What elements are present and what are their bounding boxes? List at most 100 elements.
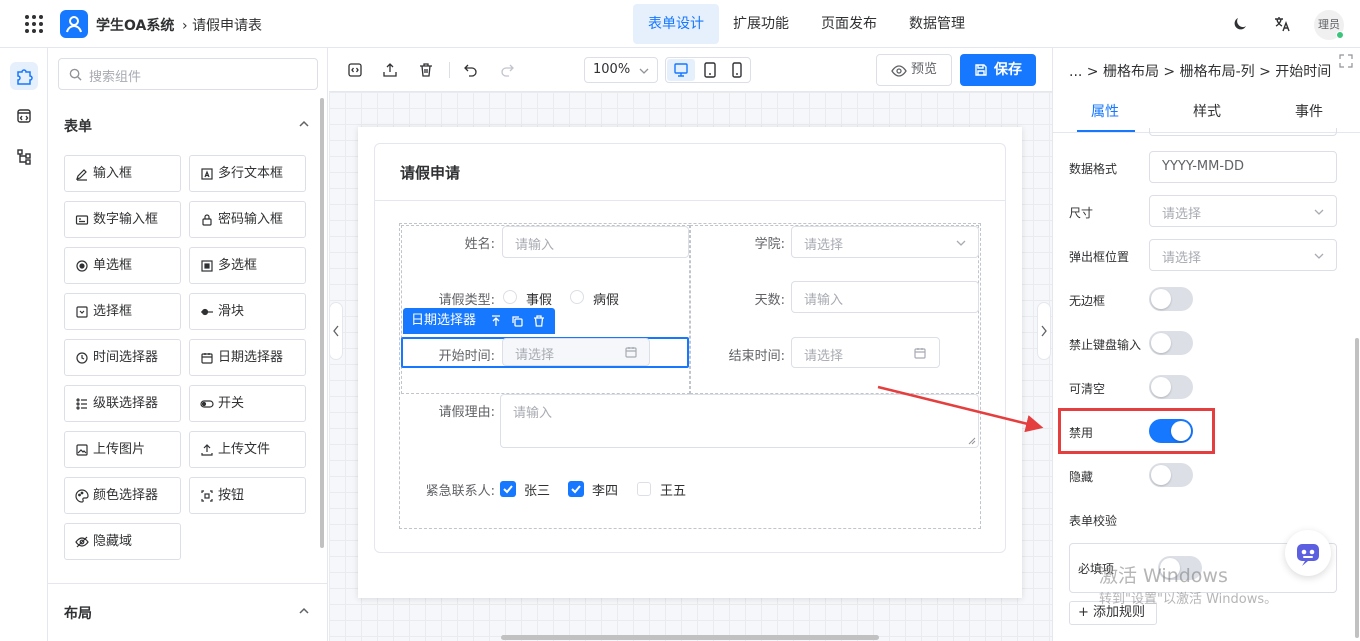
radio-sick[interactable] xyxy=(570,290,584,304)
panel-scrollbar[interactable] xyxy=(320,98,324,548)
calendar-icon xyxy=(625,347,637,358)
component-label: 密码输入框 xyxy=(218,212,284,227)
component-item[interactable]: 输入框 xyxy=(64,155,181,192)
collapse-right-toggle[interactable] xyxy=(1037,302,1051,360)
name-input[interactable]: 请输入 xyxy=(502,226,689,258)
component-item[interactable]: 按钮 xyxy=(189,477,306,514)
left-rail xyxy=(0,48,48,641)
collapse-left-toggle[interactable] xyxy=(329,302,343,360)
move-up-icon[interactable] xyxy=(490,315,502,327)
puzzle-icon[interactable] xyxy=(10,62,38,90)
code-window-icon[interactable] xyxy=(10,102,38,130)
days-input[interactable]: 请输入 xyxy=(791,281,979,313)
chevron-down-icon xyxy=(956,240,966,246)
translate-icon[interactable] xyxy=(1273,15,1291,33)
component-item[interactable]: 时间选择器 xyxy=(64,339,181,376)
apps-grid-icon[interactable] xyxy=(24,14,44,34)
selected-widget-tag[interactable]: 日期选择器 xyxy=(403,308,555,334)
component-item[interactable]: 滑块 xyxy=(189,293,306,330)
tab-style[interactable]: 样式 xyxy=(1157,92,1257,132)
disabled-label: 禁用 xyxy=(1069,426,1094,440)
calendar-icon xyxy=(201,353,213,364)
end-time-picker[interactable]: 请选择 xyxy=(791,337,940,368)
code-icon[interactable] xyxy=(347,62,363,78)
radio-personal[interactable] xyxy=(503,290,517,304)
eye-icon xyxy=(891,65,907,77)
resize-handle-icon[interactable] xyxy=(968,437,976,445)
design-canvas[interactable]: 请假申请 姓名: 请输入 学院: 请选择 请假类型: 事假 病假 天数: 请输入… xyxy=(329,92,1052,641)
export-icon[interactable] xyxy=(382,62,398,78)
tablet-icon[interactable] xyxy=(696,59,724,81)
breadcrumb[interactable]: › 请假申请表 xyxy=(182,15,262,35)
no-keyboard-switch[interactable] xyxy=(1149,331,1193,355)
trash-icon[interactable] xyxy=(418,62,434,78)
tab-events[interactable]: 事件 xyxy=(1259,92,1359,132)
desktop-icon[interactable] xyxy=(667,59,695,81)
clearable-switch[interactable] xyxy=(1149,375,1193,399)
borderless-switch[interactable] xyxy=(1149,287,1193,311)
active-tab-indicator xyxy=(1077,130,1135,132)
start-time-picker[interactable]: 请选择 xyxy=(502,338,650,366)
tab-data-manage[interactable]: 数据管理 xyxy=(900,4,974,44)
phone-icon[interactable] xyxy=(723,59,751,81)
disabled-switch[interactable] xyxy=(1149,419,1193,443)
popup-position-select[interactable]: 请选择 xyxy=(1149,239,1337,271)
reason-textarea[interactable]: 请输入 xyxy=(500,394,979,448)
component-item[interactable]: 上传文件 xyxy=(189,431,306,468)
checkbox-icon xyxy=(201,260,213,272)
tree-icon[interactable] xyxy=(10,142,38,170)
start-time-label: 开始时间: xyxy=(438,349,495,364)
component-item[interactable]: 单选框 xyxy=(64,247,181,284)
button-icon xyxy=(201,490,213,502)
assistant-bot-button[interactable] xyxy=(1285,530,1331,576)
component-label: 日期选择器 xyxy=(218,350,284,365)
component-item[interactable]: 隐藏域 xyxy=(64,523,181,560)
moon-icon[interactable] xyxy=(1232,16,1248,32)
properties-panel: ... > 栅格布局 > 栅格布局-列 > 开始时间 属性 样式 事件 数据格式… xyxy=(1052,48,1360,641)
component-item[interactable]: 密码输入框 xyxy=(189,201,306,238)
component-item[interactable]: 多选框 xyxy=(189,247,306,284)
zoom-select[interactable]: 100% xyxy=(584,57,658,83)
college-select[interactable]: 请选择 xyxy=(791,226,979,258)
hidden-switch[interactable] xyxy=(1149,463,1193,487)
no-keyboard-label: 禁止键盘输入 xyxy=(1069,338,1142,352)
tab-properties[interactable]: 属性 xyxy=(1055,92,1155,132)
save-button[interactable]: 保存 xyxy=(960,54,1036,86)
redo-icon[interactable] xyxy=(499,62,515,78)
app-title: 学生OA系统 xyxy=(96,18,175,34)
component-item[interactable]: 数字输入框 xyxy=(64,201,181,238)
component-item[interactable]: 日期选择器 xyxy=(189,339,306,376)
tab-form-design[interactable]: 表单设计 xyxy=(633,4,719,44)
section-form-title: 表单 xyxy=(64,119,92,135)
undo-icon[interactable] xyxy=(463,62,479,78)
chevron-up-icon[interactable] xyxy=(298,605,310,617)
tab-extensions[interactable]: 扩展功能 xyxy=(724,4,798,44)
hidden-label: 隐藏 xyxy=(1069,470,1094,484)
contact-wangwu-label: 王五 xyxy=(660,484,687,499)
checkbox-zhangsan[interactable] xyxy=(500,481,516,497)
add-rule-label: 添加规则 xyxy=(1093,605,1146,620)
tab-page-publish[interactable]: 页面发布 xyxy=(812,4,886,44)
format-input[interactable]: YYYY-MM-DD xyxy=(1149,151,1337,183)
component-item[interactable]: 开关 xyxy=(189,385,306,422)
checkbox-lisi[interactable] xyxy=(568,481,584,497)
component-item[interactable]: 多行文本框 xyxy=(189,155,306,192)
canvas-scrollbar[interactable] xyxy=(501,635,879,640)
component-item[interactable]: 颜色选择器 xyxy=(64,477,181,514)
expand-icon[interactable] xyxy=(1339,54,1353,68)
component-search[interactable]: 搜索组件 xyxy=(58,58,318,90)
size-select[interactable]: 请选择 xyxy=(1149,195,1337,227)
panel-scrollbar[interactable] xyxy=(1355,338,1359,638)
preview-button[interactable]: 预览 xyxy=(876,54,952,86)
checkbox-wangwu[interactable] xyxy=(637,482,651,496)
activation-watermark: 激活 Windows xyxy=(1099,565,1228,587)
component-item[interactable]: 选择框 xyxy=(64,293,181,330)
component-item[interactable]: 上传图片 xyxy=(64,431,181,468)
selection-breadcrumb[interactable]: ... > 栅格布局 > 栅格布局-列 > 开始时间 xyxy=(1069,61,1331,81)
name-label: 姓名: xyxy=(464,237,495,252)
chevron-up-icon[interactable] xyxy=(298,118,310,130)
component-item[interactable]: 级联选择器 xyxy=(64,385,181,422)
slider-icon xyxy=(201,308,213,316)
delete-icon[interactable] xyxy=(533,315,545,327)
copy-icon[interactable] xyxy=(511,315,523,327)
